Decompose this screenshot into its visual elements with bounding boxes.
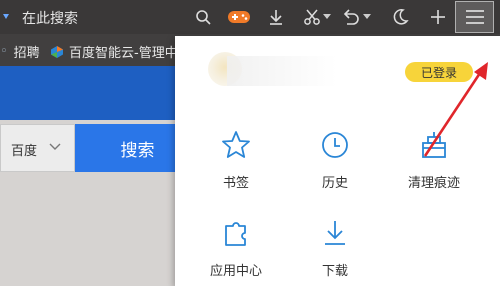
menu-item-label: 清理痕迹 bbox=[407, 176, 460, 191]
menu-item-label: 书签 bbox=[222, 176, 249, 191]
download-icon[interactable] bbox=[265, 6, 287, 28]
menu-item-clear-traces[interactable]: 清理痕迹 bbox=[394, 128, 474, 191]
star-icon bbox=[219, 128, 253, 162]
login-status-badge[interactable]: 已登录 bbox=[405, 62, 473, 82]
dropdown-arrow-icon[interactable] bbox=[2, 10, 10, 22]
main-menu-panel: 已登录 书签 历史 清理痕迹 应用中心 下载 bbox=[175, 36, 500, 286]
menu-item-label: 应用中心 bbox=[209, 264, 262, 279]
engine-select-label: 百度 bbox=[11, 144, 38, 159]
gamepad-icon[interactable] bbox=[226, 6, 252, 28]
menu-item-history[interactable]: 历史 bbox=[295, 128, 375, 191]
puzzle-icon bbox=[219, 216, 253, 250]
bookmark-label: 招聘 bbox=[13, 46, 40, 61]
undo-icon[interactable] bbox=[340, 6, 362, 28]
search-box-text[interactable]: 在此搜索 bbox=[22, 8, 78, 28]
plus-icon[interactable] bbox=[427, 6, 449, 28]
chevron-down-icon[interactable] bbox=[362, 6, 372, 28]
menu-icon bbox=[466, 10, 484, 24]
baidu-cloud-icon bbox=[51, 45, 63, 58]
menu-item-app-center[interactable]: 应用中心 bbox=[196, 216, 276, 279]
menu-item-downloads[interactable]: 下载 bbox=[295, 216, 375, 279]
bookmark-icon: ◦ bbox=[0, 44, 8, 59]
menu-button[interactable] bbox=[455, 1, 494, 33]
chevron-down-icon bbox=[49, 143, 61, 150]
clock-icon bbox=[318, 128, 352, 162]
download-icon bbox=[318, 216, 352, 250]
menu-item-bookmarks[interactable]: 书签 bbox=[196, 128, 276, 191]
browser-toolbar: 在此搜索 bbox=[0, 0, 500, 34]
bookmark-item-baidu-cloud[interactable]: 百度智能云-管理中 bbox=[50, 42, 178, 61]
search-icon[interactable] bbox=[192, 6, 214, 28]
username-blurred bbox=[227, 56, 337, 86]
menu-item-label: 历史 bbox=[321, 176, 348, 191]
bookmark-label: 百度智能云-管理中 bbox=[69, 46, 178, 61]
moon-icon[interactable] bbox=[389, 6, 411, 28]
broom-icon bbox=[417, 128, 451, 162]
engine-select[interactable]: 百度 bbox=[0, 124, 75, 172]
bookmark-item-jobs[interactable]: ◦ 招聘 bbox=[0, 42, 40, 61]
menu-item-label: 下载 bbox=[321, 264, 348, 279]
chevron-down-icon[interactable] bbox=[322, 6, 332, 28]
scissors-icon[interactable] bbox=[301, 6, 323, 28]
